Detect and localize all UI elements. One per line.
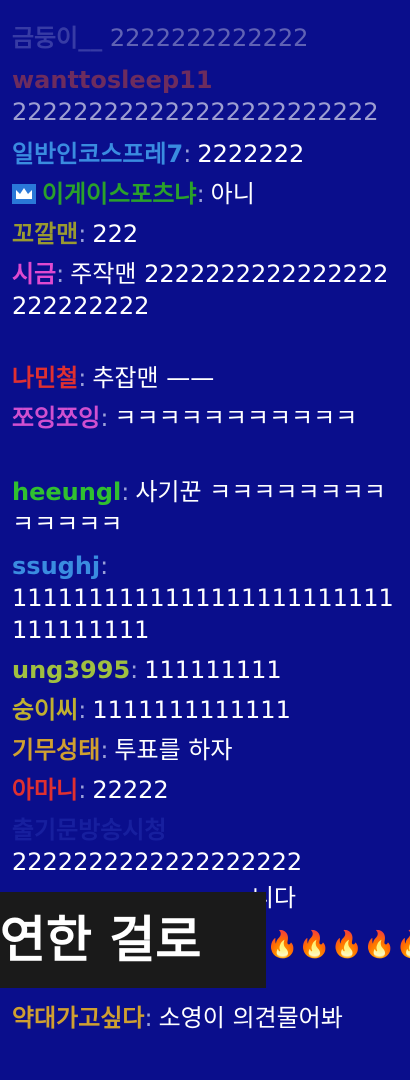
chat-text: 1111111111111 [92,696,291,724]
caption-text: 연한 걸로 [0,911,202,969]
chat-text: 22222 [92,776,169,804]
chat-nickname[interactable]: 이게이스포츠냐 [42,180,197,208]
fire-icon: 🔥🔥🔥🔥🔥 [266,930,410,960]
chat-nickname[interactable]: 시금 [12,260,56,288]
chat-nickname[interactable]: ssughj [12,552,100,580]
chat-message: ung3995: 111111111 [12,656,282,684]
chat-message: 아마니: 22222 [12,776,169,804]
chat-text: 111111111 [144,656,282,684]
crown-icon [12,180,36,204]
chat-nickname[interactable]: heeungl [12,478,121,506]
video-caption-overlay: 연한 걸로 [0,892,266,988]
chat-nickname[interactable]: 쪼잉쪼잉 [12,404,100,432]
chat-text: 주작맨 2222222222222222222222222 [12,260,389,320]
chat-nickname[interactable]: ung3995 [12,656,130,684]
chat-nickname[interactable]: 숭이씨 [12,696,78,724]
chat-message: 꼬깔맨: 222 [12,220,139,248]
chat-message: 금둥이__ 2222222222222 [12,22,396,54]
chat-nickname[interactable]: 아마니 [12,776,78,804]
chat-message: 시금: 주작맨 2222222222222222222222222 [12,260,389,320]
chat-nickname[interactable]: 출기문방송시청 [12,816,167,844]
chat-message: 약대가고싶다: 소영이 의견물어봐 [12,1004,343,1032]
chat-message: 쪼잉쪼잉: ㅋㅋㅋㅋㅋㅋㅋㅋㅋㅋㅋ [12,404,358,432]
chat-text: 2222222222222 [109,24,309,52]
chat-text: 소영이 의견물어봐 [158,1004,343,1032]
chat-message: 나민철: 추잡맨 —— [12,364,215,392]
chat-message: 숭이씨: 1111111111111 [12,696,291,724]
chat-text: 1111111111111111111111111111111111 [12,584,394,644]
chat-message: ssughj: 11111111111111111111111111111111… [12,552,394,644]
chat-message: wanttosleep11 222222222222222222222222 [12,64,396,128]
chat-text: 투표를 하자 [114,736,233,764]
chat-text: 222222222222222222222222 [12,98,379,126]
chat-message: 출기문방송시청 2222222222222222222 [12,814,396,878]
chat-nickname[interactable]: 꼬깔맨 [12,220,78,248]
chat-message: heeungl: 사기꾼 ㅋㅋㅋㅋㅋㅋㅋㅋㅋㅋㅋㅋㅋ [12,478,386,538]
chat-nickname[interactable]: 일반인코스프레7 [12,140,183,168]
chat-text: 아니 [210,180,255,208]
chat-message: 기무성태: 투표를 하자 [12,736,233,764]
chat-nickname[interactable]: 금둥이__ [12,24,102,52]
chat-text: 2222222222222222222 [12,848,303,876]
chat-nickname[interactable]: 약대가고싶다 [12,1004,144,1032]
chat-message: 이게이스포츠냐: 아니 [12,178,396,210]
chat-nickname[interactable]: wanttosleep11 [12,66,213,94]
chat-nickname[interactable]: 나민철 [12,364,78,392]
chat-text: 2222222 [197,140,305,168]
chat-text: ㅋㅋㅋㅋㅋㅋㅋㅋㅋㅋㅋ [114,404,358,432]
chat-nickname[interactable]: 기무성태 [12,736,100,764]
fire-emoji-row: 🔥🔥🔥🔥🔥 [266,925,410,965]
chat-text: 222 [92,220,139,248]
chat-message: 일반인코스프레7: 2222222 [12,140,305,168]
chat-text: 추잡맨 —— [92,364,215,392]
